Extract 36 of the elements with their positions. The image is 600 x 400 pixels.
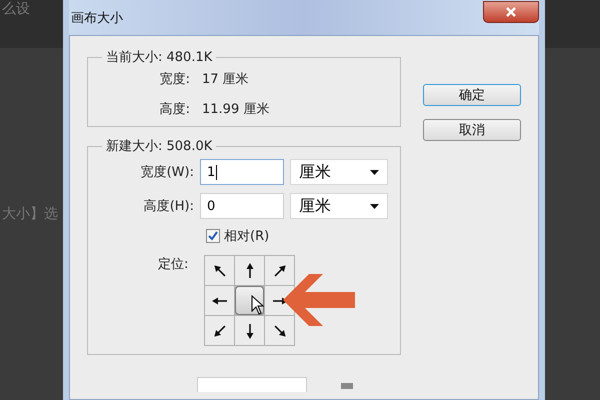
input-field[interactable] bbox=[197, 377, 307, 392]
field-label: 高度(H): bbox=[142, 198, 194, 215]
anchor-cell[interactable] bbox=[235, 316, 264, 345]
anchor-label: 定位: bbox=[158, 256, 188, 274]
dimension-label: 宽度: bbox=[158, 71, 190, 88]
dropdown-caret-icon bbox=[370, 170, 379, 174]
group-label: 当前大小: 480.1K bbox=[105, 49, 214, 66]
dimension-value: 17 厘米 bbox=[202, 71, 250, 88]
unit-dropdown[interactable]: 厘米 bbox=[290, 193, 388, 219]
dropdown-caret-icon bbox=[370, 204, 379, 208]
cursor-icon bbox=[251, 295, 266, 315]
dimension-value: 11.99 厘米 bbox=[202, 101, 270, 118]
close-icon bbox=[506, 6, 516, 16]
anchor-cell[interactable] bbox=[265, 316, 294, 345]
background-text: 么设 bbox=[1, 0, 30, 18]
checkbox-label: 相对(R) bbox=[224, 228, 270, 245]
checkbox[interactable] bbox=[206, 229, 220, 243]
swatch-icon bbox=[341, 383, 353, 389]
checkmark-icon bbox=[208, 231, 218, 241]
window-title: 画布大小 bbox=[71, 10, 123, 26]
anchor-cell[interactable] bbox=[205, 256, 234, 285]
background-band bbox=[545, 0, 600, 48]
group-label: 新建大小: 508.0K bbox=[105, 138, 214, 155]
dialog-button[interactable]: 确定 bbox=[423, 84, 521, 106]
anchor-cell[interactable] bbox=[235, 256, 264, 285]
anchor-cell[interactable] bbox=[205, 286, 234, 315]
background-text: 大小】选 bbox=[1, 205, 59, 223]
dialog-button[interactable]: 取消 bbox=[423, 119, 521, 141]
input-field[interactable]: 0 bbox=[200, 193, 284, 219]
field-label: 宽度(W): bbox=[140, 164, 194, 181]
input-field[interactable]: 1 bbox=[200, 159, 284, 185]
unit-dropdown[interactable]: 厘米 bbox=[290, 159, 388, 185]
anchor-cell[interactable] bbox=[265, 256, 294, 285]
dimension-label: 高度: bbox=[158, 101, 190, 118]
anchor-cell[interactable] bbox=[205, 316, 234, 345]
close-button[interactable] bbox=[483, 0, 539, 22]
